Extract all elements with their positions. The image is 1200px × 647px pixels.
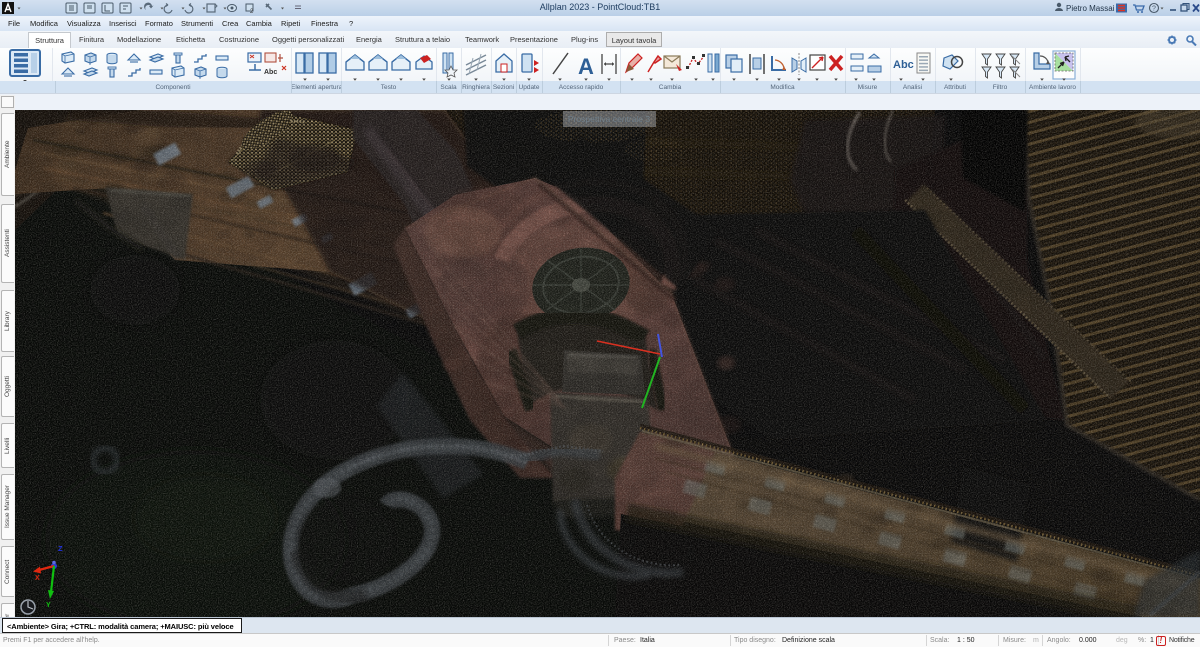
svg-text:Z: Z (58, 544, 63, 553)
svg-text:Abc: Abc (264, 69, 277, 76)
svg-text:Prospettiva centrale 3: Prospettiva centrale 3 (568, 114, 650, 124)
svg-text:Y: Y (46, 602, 51, 609)
svg-text:Abc: Abc (893, 59, 914, 71)
svg-text:Pietro Massai: Pietro Massai (1066, 4, 1115, 13)
svg-text:X: X (35, 575, 40, 582)
svg-text:A: A (578, 54, 594, 79)
svg-text:?: ? (1152, 6, 1156, 13)
